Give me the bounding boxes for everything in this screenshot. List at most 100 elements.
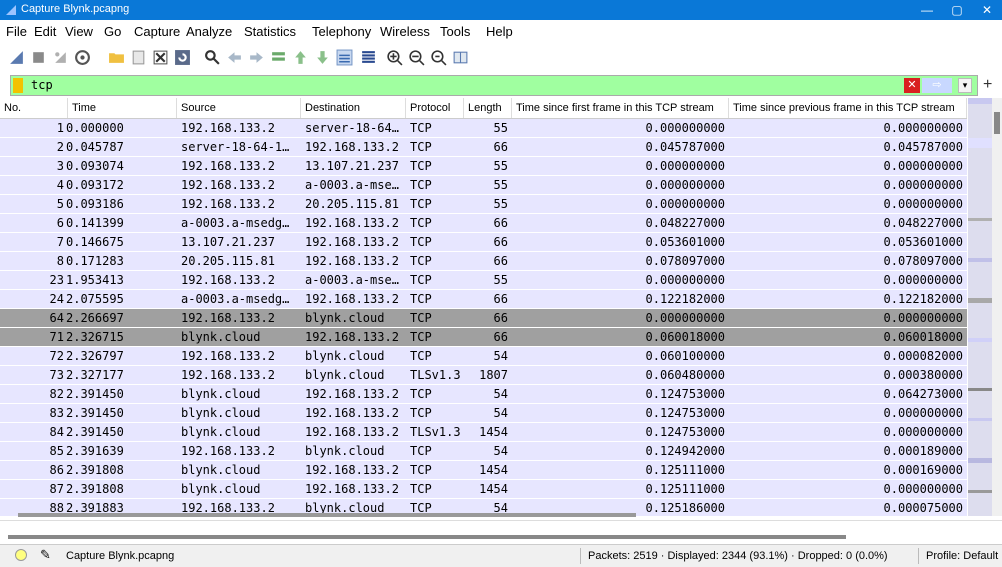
display-filter-input[interactable]: tcp: [31, 78, 53, 92]
cell-length: 54: [493, 444, 508, 458]
cell-time-prev: 0.000000000: [883, 178, 963, 192]
resize-columns-icon[interactable]: [452, 49, 469, 66]
packet-row[interactable]: 3 0.093074 192.168.133.2 13.107.21.237 TCP 55…: [0, 157, 967, 176]
col-time-prev[interactable]: Time since previous frame in this TCP st…: [729, 98, 967, 118]
find-icon[interactable]: [204, 49, 221, 66]
normal-size-icon[interactable]: [430, 49, 447, 66]
menu-telephony[interactable]: Telephony: [312, 24, 371, 39]
col-no[interactable]: No.: [0, 98, 68, 118]
cell-destination: 192.168.133.2: [305, 292, 399, 306]
col-time[interactable]: Time: [68, 98, 177, 118]
status-profile[interactable]: Profile: Default: [926, 550, 998, 562]
autoscroll-icon[interactable]: [336, 49, 353, 66]
comment-pencil-icon[interactable]: ✎: [40, 547, 51, 563]
packet-row[interactable]: 6 0.141399 a-0003.a-msedg… 192.168.133.2 TCP…: [0, 214, 967, 233]
menu-go[interactable]: Go: [104, 24, 121, 39]
col-protocol[interactable]: Protocol: [406, 98, 464, 118]
packet-row[interactable]: 85 2.391639 192.168.133.2 blynk.cloud TCP 54 0…: [0, 442, 967, 461]
cell-no: 6: [56, 216, 64, 230]
packet-row[interactable]: 83 2.391450 blynk.cloud 192.168.133.2 TCP 54 0…: [0, 404, 967, 423]
zoom-in-icon[interactable]: [386, 49, 403, 66]
packet-row[interactable]: 23 1.953413 192.168.133.2 a-0003.a-mse… TCP 5…: [0, 271, 967, 290]
clear-filter-button[interactable]: ✕: [904, 78, 920, 93]
menu-file[interactable]: File: [6, 24, 27, 39]
options-gear-icon[interactable]: [74, 49, 91, 66]
zoom-out-icon[interactable]: [408, 49, 425, 66]
menu-view[interactable]: View: [65, 24, 93, 39]
cell-time-first: 0.048227000: [645, 216, 725, 230]
last-packet-icon[interactable]: [314, 49, 331, 66]
menu-tools[interactable]: Tools: [440, 24, 470, 39]
save-file-icon[interactable]: [130, 49, 147, 66]
cell-protocol: TCP: [410, 235, 432, 249]
close-file-icon[interactable]: [152, 49, 169, 66]
cell-length: 55: [493, 273, 508, 287]
packet-row[interactable]: 64 2.266697 192.168.133.2 blynk.cloud TCP 66 0…: [0, 309, 967, 328]
packet-row[interactable]: 72 2.326797 192.168.133.2 blynk.cloud TCP 54 0…: [0, 347, 967, 366]
cell-time-first: 0.124753000: [645, 406, 725, 420]
packet-row[interactable]: 71 2.326715 blynk.cloud 192.168.133.2 TCP 66 0…: [0, 328, 967, 347]
cell-length: 66: [493, 311, 508, 325]
menu-statistics[interactable]: Statistics: [244, 24, 296, 39]
filter-history-dropdown[interactable]: ▾: [958, 78, 972, 93]
packet-row[interactable]: 84 2.391450 blynk.cloud 192.168.133.2 TLSv1.…: [0, 423, 967, 442]
stop-icon[interactable]: [30, 49, 47, 66]
packet-minimap[interactable]: [968, 98, 992, 516]
col-source[interactable]: Source: [177, 98, 301, 118]
menu-wireless[interactable]: Wireless: [380, 24, 430, 39]
menu-analyze[interactable]: Analyze: [186, 24, 232, 39]
cell-source: 192.168.133.2: [181, 121, 275, 135]
cell-no: 71: [49, 330, 64, 344]
forward-arrow-icon[interactable]: [248, 49, 265, 66]
go-to-packet-icon[interactable]: [270, 49, 287, 66]
packet-row[interactable]: 8 0.171283 20.205.115.81 192.168.133.2 TCP 66…: [0, 252, 967, 271]
colorize-icon[interactable]: [360, 49, 377, 66]
col-length[interactable]: Length: [464, 98, 512, 118]
scroll-thumb[interactable]: [994, 112, 1000, 134]
packet-row[interactable]: 86 2.391808 blynk.cloud 192.168.133.2 TCP 145…: [0, 461, 967, 480]
menu-capture[interactable]: Capture: [134, 24, 180, 39]
vertical-scrollbar[interactable]: [992, 98, 1002, 516]
packet-row[interactable]: 7 0.146675 13.107.21.237 192.168.133.2 TCP 66…: [0, 233, 967, 252]
packet-row[interactable]: 24 2.075595 a-0003.a-msedg… 192.168.133.2 TC…: [0, 290, 967, 309]
cell-protocol: TCP: [410, 140, 432, 154]
packet-row[interactable]: 2 0.045787 server-18-64-1… 192.168.133.2 TCP…: [0, 138, 967, 157]
minimize-button[interactable]: —: [912, 0, 942, 20]
shark-fin-start-icon[interactable]: [8, 49, 25, 66]
packet-row[interactable]: 4 0.093172 192.168.133.2 a-0003.a-mse… TCP 55…: [0, 176, 967, 195]
cell-protocol: TLSv1.3: [410, 368, 461, 382]
packet-row[interactable]: 87 2.391808 blynk.cloud 192.168.133.2 TCP 145…: [0, 480, 967, 499]
first-packet-icon[interactable]: [292, 49, 309, 66]
reload-icon[interactable]: [174, 49, 191, 66]
cell-source: 192.168.133.2: [181, 159, 275, 173]
cell-length: 1454: [479, 425, 508, 439]
cell-length: 66: [493, 235, 508, 249]
packet-row[interactable]: 1 0.000000 192.168.133.2 server-18-64… TCP 55…: [0, 119, 967, 138]
status-divider: [580, 548, 581, 564]
close-button[interactable]: ✕: [972, 0, 1002, 20]
restart-icon[interactable]: [52, 49, 69, 66]
cell-protocol: TCP: [410, 463, 432, 477]
cell-time-prev: 0.000000000: [883, 273, 963, 287]
bookmark-icon[interactable]: [13, 78, 23, 93]
cell-protocol: TCP: [410, 444, 432, 458]
cell-length: 66: [493, 330, 508, 344]
cell-time-first: 0.124753000: [645, 425, 725, 439]
menu-help[interactable]: Help: [486, 24, 513, 39]
col-destination[interactable]: Destination: [301, 98, 406, 118]
packet-row[interactable]: 82 2.391450 blynk.cloud 192.168.133.2 TCP 54 0…: [0, 385, 967, 404]
col-time-first[interactable]: Time since first frame in this TCP strea…: [512, 98, 729, 118]
open-folder-icon[interactable]: [108, 49, 125, 66]
horizontal-scrollbar[interactable]: [18, 513, 636, 517]
packet-row[interactable]: 5 0.093186 192.168.133.2 20.205.115.81 TCP 55…: [0, 195, 967, 214]
expert-info-icon[interactable]: [15, 549, 27, 561]
add-filter-button[interactable]: +: [983, 76, 992, 94]
maximize-button[interactable]: ▢: [942, 0, 972, 20]
minimap-mark: [968, 490, 992, 493]
details-horizontal-scrollbar[interactable]: [8, 535, 846, 539]
back-arrow-icon[interactable]: [226, 49, 243, 66]
apply-filter-button[interactable]: ⇨: [922, 78, 952, 93]
menu-edit[interactable]: Edit: [34, 24, 56, 39]
packet-row[interactable]: 73 2.327177 192.168.133.2 blynk.cloud TLSv1.…: [0, 366, 967, 385]
cell-time-first: 0.122182000: [645, 292, 725, 306]
